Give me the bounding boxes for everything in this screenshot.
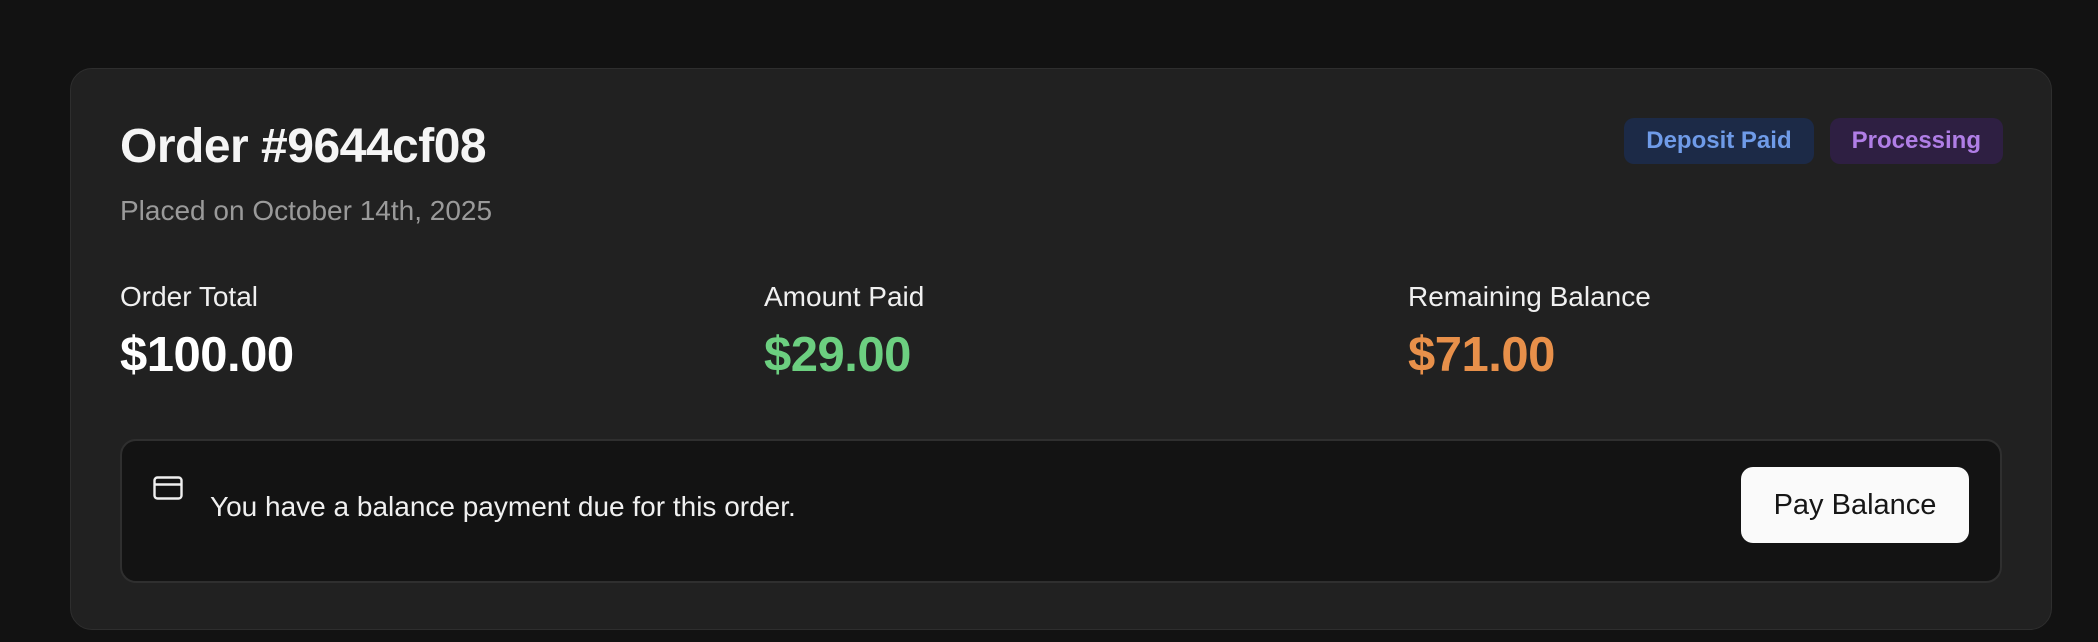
balance-due-notice: You have a balance payment due for this … bbox=[120, 439, 2002, 583]
order-placed-date: Placed on October 14th, 2025 bbox=[120, 195, 493, 226]
order-total-label: Order Total bbox=[120, 281, 258, 312]
order-total-stat: Order Total $100.00 bbox=[120, 281, 294, 383]
order-card: Order #9644cf08 Placed on October 14th, … bbox=[70, 68, 2052, 630]
amount-paid-value: $29.00 bbox=[764, 328, 911, 382]
order-title: Order #9644cf08 bbox=[120, 120, 487, 173]
amount-paid-stat: Amount Paid $29.00 bbox=[764, 281, 924, 383]
pay-balance-button[interactable]: Pay Balance bbox=[1741, 467, 1969, 543]
amount-paid-label: Amount Paid bbox=[764, 281, 925, 312]
balance-due-message: You have a balance payment due for this … bbox=[210, 491, 796, 522]
remaining-balance-label: Remaining Balance bbox=[1408, 281, 1651, 312]
credit-card-icon bbox=[153, 476, 183, 500]
deposit-paid-badge: Deposit Paid bbox=[1624, 118, 1814, 164]
remaining-balance-stat: Remaining Balance $71.00 bbox=[1408, 281, 1651, 383]
processing-badge: Processing bbox=[1829, 118, 2003, 164]
status-badges: Deposit Paid Processing bbox=[1624, 118, 2003, 164]
order-total-value: $100.00 bbox=[120, 328, 294, 382]
remaining-balance-value: $71.00 bbox=[1408, 328, 1555, 382]
